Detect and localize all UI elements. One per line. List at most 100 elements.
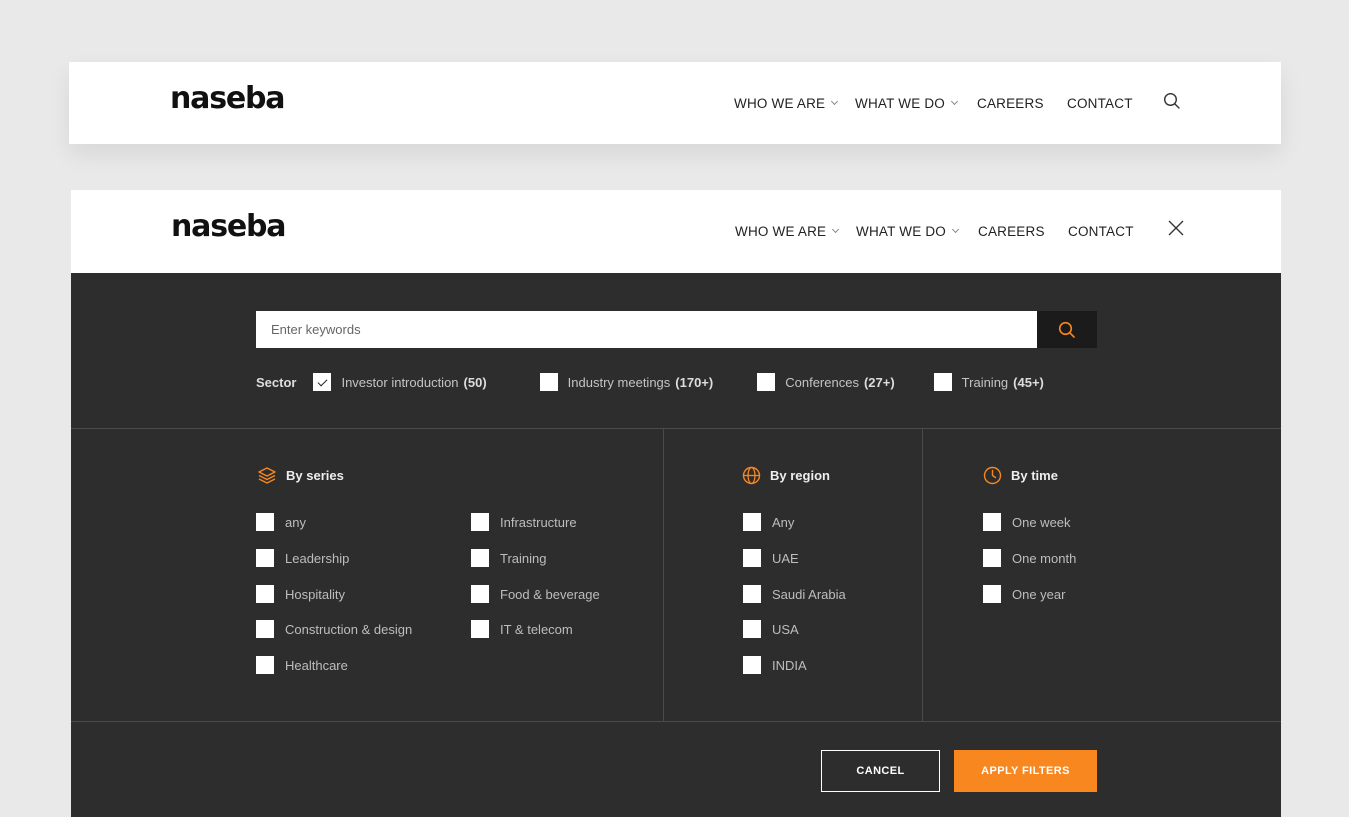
- divider: [71, 428, 1281, 429]
- checkbox[interactable]: [743, 585, 761, 603]
- nav-contact[interactable]: CONTACT: [1067, 96, 1157, 111]
- checkbox[interactable]: [539, 373, 558, 391]
- search-icon[interactable]: [1163, 92, 1181, 110]
- option-label: Any: [772, 514, 795, 530]
- checkbox[interactable]: [471, 513, 489, 531]
- search-bar: [256, 311, 1097, 348]
- nav-contact[interactable]: CONTACT: [1068, 224, 1158, 239]
- checkbox[interactable]: [471, 620, 489, 638]
- nav-label: WHO WE ARE: [735, 223, 827, 239]
- close-icon[interactable]: [1167, 219, 1185, 237]
- option-label: One month: [1012, 550, 1077, 566]
- divider: [663, 428, 664, 721]
- series-option-training[interactable]: Training: [471, 549, 546, 567]
- sector-option[interactable]: Industry meetings (170+): [539, 373, 714, 391]
- series-option-healthcare[interactable]: Healthcare: [256, 656, 348, 674]
- checkbox[interactable]: [256, 513, 274, 531]
- checkbox[interactable]: [471, 585, 489, 603]
- nav-label: CAREERS: [978, 223, 1045, 239]
- sector-option[interactable]: Conferences (27+): [757, 373, 895, 391]
- option-label: Training: [500, 550, 547, 566]
- option-label: UAE: [772, 550, 799, 566]
- search-input[interactable]: [256, 311, 1037, 348]
- filter-panel: Sector Investor introduction(50) Industr…: [71, 273, 1281, 817]
- option-label: IT & telecom: [500, 621, 573, 637]
- checkbox[interactable]: [313, 373, 332, 391]
- checkbox[interactable]: [983, 585, 1001, 603]
- checkbox[interactable]: [256, 656, 274, 674]
- nav-careers[interactable]: CAREERS: [977, 96, 1067, 111]
- series-option-leadership[interactable]: Leadership: [256, 549, 349, 567]
- nav-label: WHO WE ARE: [734, 95, 826, 111]
- series-option-it-telecom[interactable]: IT & telecom: [471, 620, 573, 638]
- nav-what-we-do[interactable]: WHAT WE DO: [855, 96, 977, 111]
- checkbox[interactable]: [743, 513, 761, 531]
- nav-what-we-do[interactable]: WHAT WE DO: [856, 224, 978, 239]
- series-option-any[interactable]: any: [256, 513, 306, 531]
- clock-icon: [983, 466, 1002, 485]
- sector-option-count: (170+): [675, 374, 714, 390]
- nav-who-we-are[interactable]: WHO WE ARE: [735, 224, 856, 239]
- sector-option[interactable]: Training (45+): [933, 373, 1044, 391]
- sector-option[interactable]: Investor introduction (50): [313, 373, 487, 391]
- nav-label: WHAT WE DO: [856, 223, 946, 239]
- sector-filter: Sector Investor introduction (50) Industr…: [256, 372, 1044, 392]
- search-icon: [1058, 321, 1075, 338]
- checkbox[interactable]: [743, 620, 761, 638]
- apply-filters-button[interactable]: APPLY FILTERS: [954, 750, 1097, 792]
- region-option-india[interactable]: INDIA: [743, 656, 807, 674]
- logo[interactable]: naseba: [170, 81, 286, 116]
- nav-who-we-are[interactable]: WHO WE ARE: [734, 96, 855, 111]
- heading-label: By region: [770, 468, 830, 483]
- heading-label: By time: [1011, 468, 1058, 483]
- checkbox[interactable]: [757, 373, 776, 391]
- time-option-month[interactable]: One month: [983, 549, 1076, 567]
- option-label: Food & beverage: [500, 586, 600, 602]
- sector-option-count: (27+): [863, 374, 895, 390]
- sector-option-label: Industry meetings: [567, 374, 671, 390]
- time-option-week[interactable]: One week: [983, 513, 1071, 531]
- region-option-uae[interactable]: UAE: [743, 549, 799, 567]
- checkbox[interactable]: [743, 656, 761, 674]
- globe-icon: [742, 466, 761, 485]
- main-nav: WHO WE ARE WHAT WE DO CAREERS CONTACT: [735, 190, 1158, 272]
- checkbox[interactable]: [983, 513, 1001, 531]
- region-option-usa[interactable]: USA: [743, 620, 799, 638]
- region-option-saudi-arabia[interactable]: Saudi Arabia: [743, 585, 846, 603]
- nav-label: CONTACT: [1067, 95, 1133, 111]
- checkbox[interactable]: [983, 549, 1001, 567]
- series-option-food-beverage[interactable]: Food & beverage: [471, 585, 600, 603]
- checkmark-icon: [317, 376, 328, 386]
- main-nav: WHO WE ARE WHAT WE DO CAREERS CONTACT: [734, 62, 1157, 144]
- region-option-any[interactable]: Any: [743, 513, 794, 531]
- checkbox[interactable]: [256, 620, 274, 638]
- series-option-hospitality[interactable]: Hospitality: [256, 585, 345, 603]
- option-label: USA: [772, 621, 799, 637]
- checkbox[interactable]: [256, 585, 274, 603]
- time-option-year[interactable]: One year: [983, 585, 1065, 603]
- chevron-down-icon: [950, 97, 959, 106]
- series-option-construction[interactable]: Construction & design: [256, 620, 412, 638]
- sector-option-count: (50): [463, 374, 487, 390]
- option-label: any: [285, 514, 306, 530]
- logo[interactable]: naseba: [171, 209, 287, 244]
- heading-label: By series: [286, 467, 344, 483]
- checkbox[interactable]: [256, 549, 274, 567]
- divider: [922, 428, 923, 721]
- chevron-down-icon: [831, 97, 839, 106]
- option-label: One week: [1012, 514, 1071, 530]
- option-label: Saudi Arabia: [772, 586, 846, 602]
- series-option-infrastructure[interactable]: Infrastructure: [471, 513, 577, 531]
- checkbox[interactable]: [933, 373, 952, 391]
- sector-option-label: Investor introduction: [341, 374, 459, 390]
- sector-option-label: Conferences: [785, 374, 859, 390]
- checkbox[interactable]: [471, 549, 489, 567]
- option-label: One year: [1012, 586, 1066, 602]
- option-label: Leadership: [285, 550, 350, 566]
- cancel-button[interactable]: CANCEL: [821, 750, 940, 792]
- checkbox[interactable]: [743, 549, 761, 567]
- divider: [71, 721, 1281, 722]
- nav-careers[interactable]: CAREERS: [978, 224, 1068, 239]
- option-label: Infrastructure: [500, 514, 577, 530]
- search-button[interactable]: [1037, 311, 1097, 348]
